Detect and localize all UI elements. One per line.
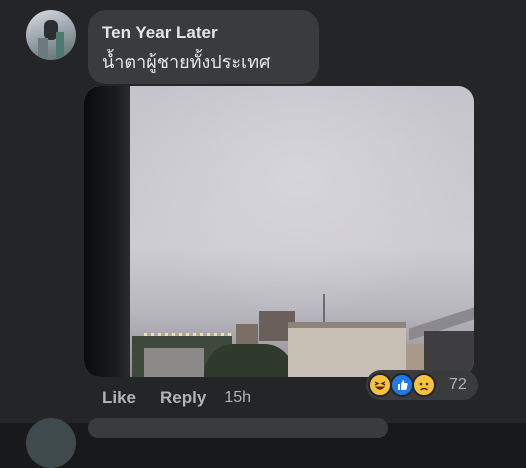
- photo-pole: [323, 294, 325, 324]
- avatar-detail: [56, 32, 64, 58]
- haha-icon: [368, 373, 392, 397]
- photo-lights: [144, 333, 234, 336]
- avatar[interactable]: [26, 418, 76, 468]
- like-icon: [390, 373, 414, 397]
- photo-building: [236, 324, 258, 344]
- comment-author[interactable]: Ten Year Later: [102, 23, 218, 43]
- comment-thread: Ten Year Later น้ำตาผู้ชายทั้งประเทศ Lik…: [0, 0, 526, 468]
- photo-window-frame: [84, 86, 130, 377]
- sad-icon: [412, 373, 436, 397]
- avatar[interactable]: [26, 10, 76, 60]
- avatar-detail: [38, 38, 48, 60]
- comment-actions: Like Reply 15h: [102, 388, 251, 408]
- like-button[interactable]: Like: [102, 388, 136, 408]
- comment-text: น้ำตาผู้ชายทั้งประเทศ: [102, 52, 271, 72]
- photo-roof: [288, 322, 406, 328]
- comment-bubble: Ten Year Later น้ำตาผู้ชายทั้งประเทศ: [88, 10, 319, 84]
- comment-bubble: [88, 418, 388, 438]
- reply-button[interactable]: Reply: [160, 388, 206, 408]
- photo-building: [144, 348, 204, 377]
- photo-sky: [124, 86, 474, 316]
- reactions-summary[interactable]: 72: [366, 370, 478, 400]
- comment-timestamp[interactable]: 15h: [224, 389, 251, 407]
- reaction-count: 72: [449, 376, 467, 393]
- photo-building: [288, 322, 406, 377]
- photo-trees: [204, 344, 294, 377]
- comment-photo[interactable]: [84, 86, 474, 377]
